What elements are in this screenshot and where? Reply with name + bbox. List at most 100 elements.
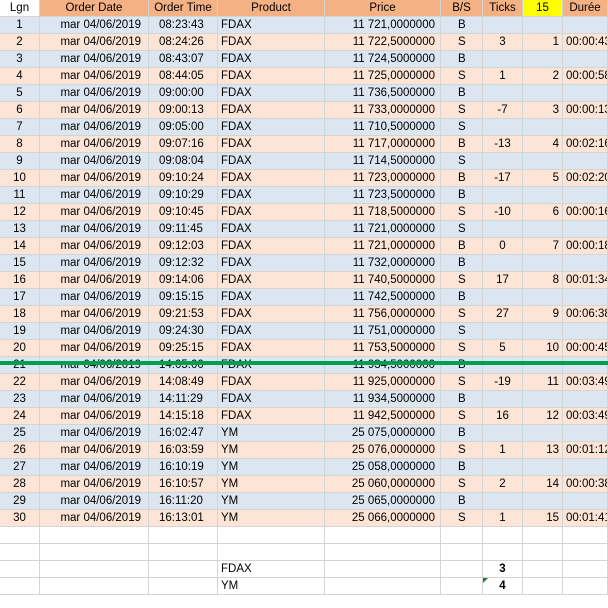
cell-trade-number[interactable]: 8 (523, 272, 563, 289)
cell-bs[interactable]: S (441, 221, 483, 238)
empty-cell[interactable] (523, 544, 563, 561)
cell-order-date[interactable]: mar 04/06/2019 (40, 391, 149, 408)
cell-duree[interactable]: 00:02:20 (563, 170, 608, 187)
empty-cell[interactable] (441, 561, 483, 578)
cell-price[interactable]: 11 721,0000000 (325, 17, 441, 34)
cell-ticks[interactable]: -19 (483, 374, 523, 391)
cell-duree[interactable] (563, 17, 608, 34)
cell-price[interactable]: 11 934,5000000 (325, 391, 441, 408)
cell-duree[interactable] (563, 391, 608, 408)
cell-order-date[interactable]: mar 04/06/2019 (40, 85, 149, 102)
cell-price[interactable]: 11 742,5000000 (325, 289, 441, 306)
cell-price[interactable]: 11 722,5000000 (325, 34, 441, 51)
cell-order-time[interactable]: 09:10:45 (149, 204, 218, 221)
cell-order-date[interactable]: mar 04/06/2019 (40, 459, 149, 476)
cell-product[interactable]: FDAX (218, 68, 325, 85)
cell-product[interactable]: FDAX (218, 272, 325, 289)
empty-cell[interactable] (483, 527, 523, 544)
cell-product[interactable]: FDAX (218, 119, 325, 136)
cell-order-time[interactable]: 08:44:05 (149, 68, 218, 85)
cell-duree[interactable]: 00:00:38 (563, 476, 608, 493)
cell-bs[interactable]: B (441, 85, 483, 102)
header-count[interactable]: 15 (523, 0, 563, 17)
cell-trade-number[interactable] (523, 425, 563, 442)
cell-product[interactable]: FDAX (218, 238, 325, 255)
cell-order-time[interactable]: 08:23:43 (149, 17, 218, 34)
empty-cell[interactable] (149, 544, 218, 561)
cell-order-time[interactable]: 16:13:01 (149, 510, 218, 527)
cell-lgn[interactable]: 9 (0, 153, 40, 170)
cell-trade-number[interactable] (523, 51, 563, 68)
cell-order-time[interactable]: 16:10:19 (149, 459, 218, 476)
cell-duree[interactable]: 00:03:49 (563, 374, 608, 391)
cell-lgn[interactable]: 20 (0, 340, 40, 357)
header-bs[interactable]: B/S (441, 0, 483, 17)
cell-lgn[interactable]: 13 (0, 221, 40, 238)
cell-trade-number[interactable] (523, 289, 563, 306)
cell-order-date[interactable]: mar 04/06/2019 (40, 476, 149, 493)
cell-order-time[interactable]: 09:14:06 (149, 272, 218, 289)
cell-bs[interactable]: S (441, 153, 483, 170)
cell-duree[interactable] (563, 357, 608, 374)
cell-order-time[interactable]: 08:24:26 (149, 34, 218, 51)
cell-bs[interactable]: B (441, 51, 483, 68)
cell-bs[interactable]: S (441, 323, 483, 340)
cell-ticks[interactable] (483, 85, 523, 102)
cell-lgn[interactable]: 11 (0, 187, 40, 204)
cell-trade-number[interactable]: 9 (523, 306, 563, 323)
cell-bs[interactable]: S (441, 272, 483, 289)
cell-price[interactable]: 11 934,5000000 (325, 357, 441, 374)
cell-duree[interactable] (563, 221, 608, 238)
cell-product[interactable]: FDAX (218, 153, 325, 170)
cell-price[interactable]: 11 942,5000000 (325, 408, 441, 425)
cell-bs[interactable]: S (441, 34, 483, 51)
empty-cell[interactable] (149, 578, 218, 595)
header-duree[interactable]: Durée (563, 0, 608, 17)
cell-ticks[interactable]: -7 (483, 102, 523, 119)
cell-order-time[interactable]: 09:00:00 (149, 85, 218, 102)
cell-product[interactable]: YM (218, 425, 325, 442)
cell-order-date[interactable]: mar 04/06/2019 (40, 102, 149, 119)
cell-order-time[interactable]: 09:05:00 (149, 119, 218, 136)
cell-trade-number[interactable] (523, 391, 563, 408)
cell-product[interactable]: FDAX (218, 51, 325, 68)
cell-product[interactable]: FDAX (218, 340, 325, 357)
empty-cell[interactable] (441, 578, 483, 595)
cell-trade-number[interactable] (523, 153, 563, 170)
cell-lgn[interactable]: 30 (0, 510, 40, 527)
cell-price[interactable]: 25 076,0000000 (325, 442, 441, 459)
cell-trade-number[interactable] (523, 493, 563, 510)
cell-lgn[interactable]: 28 (0, 476, 40, 493)
cell-lgn[interactable]: 10 (0, 170, 40, 187)
empty-cell[interactable] (40, 527, 149, 544)
cell-ticks[interactable]: 16 (483, 408, 523, 425)
cell-duree[interactable] (563, 51, 608, 68)
cell-bs[interactable]: S (441, 204, 483, 221)
empty-cell[interactable] (325, 527, 441, 544)
cell-bs[interactable]: B (441, 391, 483, 408)
cell-lgn[interactable]: 8 (0, 136, 40, 153)
cell-ticks[interactable]: -13 (483, 136, 523, 153)
cell-price[interactable]: 11 721,0000000 (325, 221, 441, 238)
cell-duree[interactable]: 00:00:45 (563, 340, 608, 357)
empty-cell[interactable] (441, 527, 483, 544)
cell-price[interactable]: 25 058,0000000 (325, 459, 441, 476)
cell-order-time[interactable]: 09:10:24 (149, 170, 218, 187)
cell-price[interactable]: 11 733,0000000 (325, 102, 441, 119)
cell-ticks[interactable] (483, 289, 523, 306)
cell-ticks[interactable]: 1 (483, 68, 523, 85)
cell-price[interactable]: 11 724,5000000 (325, 51, 441, 68)
cell-trade-number[interactable]: 1 (523, 34, 563, 51)
cell-lgn[interactable]: 24 (0, 408, 40, 425)
cell-duree[interactable]: 00:06:38 (563, 306, 608, 323)
cell-bs[interactable]: S (441, 340, 483, 357)
cell-product[interactable]: FDAX (218, 17, 325, 34)
cell-order-time[interactable]: 14:11:29 (149, 391, 218, 408)
summary-count[interactable]: 4 (483, 578, 523, 595)
cell-trade-number[interactable]: 2 (523, 68, 563, 85)
cell-duree[interactable] (563, 255, 608, 272)
cell-bs[interactable]: S (441, 102, 483, 119)
cell-bs[interactable]: S (441, 510, 483, 527)
cell-order-time[interactable]: 09:21:53 (149, 306, 218, 323)
header-ticks[interactable]: Ticks (483, 0, 523, 17)
